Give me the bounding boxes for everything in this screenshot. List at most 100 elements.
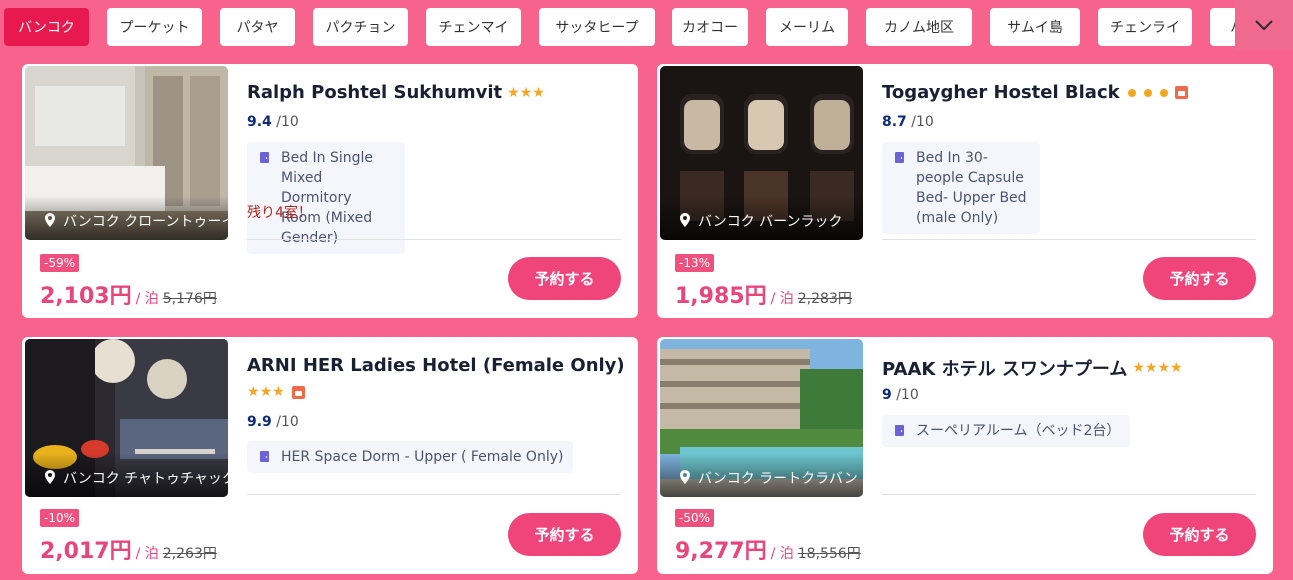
hotel-location: バンコク クローントゥーイ xyxy=(25,196,228,240)
original-price: 5,176円 xyxy=(162,291,217,307)
door-icon xyxy=(260,451,269,462)
hotel-location-label: バンコク ラートクラバン xyxy=(698,471,858,487)
room-type-label: スーペリアルーム（ベッド2台） xyxy=(916,423,1121,439)
tab-bangkok[interactable]: バンコク xyxy=(4,8,89,46)
tab-phuket[interactable]: プーケット xyxy=(107,8,202,46)
thumbs-up-icon xyxy=(1174,86,1188,99)
door-icon xyxy=(895,425,904,436)
per-night-label: / 泊 xyxy=(770,546,794,562)
per-night-label: / 泊 xyxy=(770,291,794,307)
hotel-location: バンコク バーンラック xyxy=(660,196,863,240)
rooms-left-notice: 残り4室！ xyxy=(247,205,312,221)
hotel-photo[interactable]: バンコク ラートクラバン xyxy=(660,339,863,497)
room-type-label: Bed In Single Mixed Dormitory Room (Mixe… xyxy=(281,150,374,246)
current-price: 2,017円 xyxy=(40,539,132,564)
book-button[interactable]: 予約する xyxy=(1143,257,1256,300)
book-button[interactable]: 予約する xyxy=(508,513,621,556)
book-button[interactable]: 予約する xyxy=(508,257,621,300)
room-type-label: HER Space Dorm - Upper ( Female Only) xyxy=(281,449,564,465)
current-price: 1,985円 xyxy=(675,284,767,309)
rating-dot-icon xyxy=(1143,88,1152,97)
star-icon: ★ xyxy=(1144,360,1158,376)
discount-badge: -13% xyxy=(675,254,715,272)
rating-dots xyxy=(1127,88,1168,97)
star-icon: ★ xyxy=(1157,360,1171,376)
hotel-name[interactable]: ARNI HER Ladies Hotel (Female Only) xyxy=(247,355,625,376)
hotel-name-text[interactable]: Ralph Poshtel Sukhumvit xyxy=(247,82,502,103)
hotel-location-label: バンコク クローントゥーイ xyxy=(63,214,228,230)
tab-mae-rim[interactable]: メーリム xyxy=(766,8,848,46)
review-score-max: /10 xyxy=(276,114,299,130)
tab-khanom[interactable]: カノム地区 xyxy=(866,8,972,46)
hotel-name[interactable]: Ralph Poshtel Sukhumvit ★ ★ ★ xyxy=(247,82,545,103)
per-night-label: / 泊 xyxy=(135,291,159,307)
star-icon: ★ xyxy=(247,384,260,400)
review-score: 8.7 /10 xyxy=(882,114,934,130)
hotel-card[interactable]: バンコク ラートクラバン PAAK ホテル スワンナプーム ★ ★ ★ ★ 9 … xyxy=(657,337,1273,574)
hotel-name[interactable]: PAAK ホテル スワンナプーム ★ ★ ★ ★ xyxy=(882,355,1183,381)
location-pin-icon xyxy=(680,470,690,484)
hotel-name[interactable]: Togaygher Hostel Black xyxy=(882,82,1188,103)
door-icon xyxy=(260,152,269,163)
hotel-card[interactable]: バンコク バーンラック Togaygher Hostel Black 8.7 /… xyxy=(657,64,1273,318)
star-icon: ★ xyxy=(259,384,273,400)
tab-sattahip[interactable]: サッタヒープ xyxy=(539,8,655,46)
star-icon: ★ xyxy=(1170,360,1183,376)
review-score-max: /10 xyxy=(896,387,919,403)
door-icon xyxy=(895,152,904,163)
review-score: 9 /10 xyxy=(882,387,919,403)
hotel-card[interactable]: バンコク クローントゥーイ Ralph Poshtel Sukhumvit ★ … xyxy=(22,64,638,318)
price-block: 2,103円 / 泊 5,176円 xyxy=(40,278,217,310)
star-rating: ★ ★ ★ ★ xyxy=(1132,361,1182,375)
rating-dot-icon xyxy=(1159,88,1168,97)
price-block: 9,277円 / 泊 18,556円 xyxy=(675,533,861,565)
location-pin-icon xyxy=(45,470,55,484)
tab-chiang-mai[interactable]: チェンマイ xyxy=(426,8,521,46)
hotel-name-text[interactable]: ARNI HER Ladies Hotel (Female Only) xyxy=(247,355,625,376)
star-icon: ★ xyxy=(507,84,520,101)
room-type-label: Bed In 30-people Capsule Bed- Upper Bed … xyxy=(916,150,1027,226)
original-price: 18,556円 xyxy=(797,546,861,562)
review-score-value: 9.9 xyxy=(247,414,272,430)
hotel-card[interactable]: バンコク チャトゥチャック ARNI HER Ladies Hotel (Fem… xyxy=(22,337,638,574)
tab-khao-kho[interactable]: カオコー xyxy=(672,8,748,46)
chevron-down-icon xyxy=(1255,20,1273,31)
hotel-location: バンコク ラートクラバン xyxy=(660,453,863,497)
star-icon: ★ xyxy=(272,384,285,400)
tab-pattaya[interactable]: パタヤ xyxy=(220,8,295,46)
price-block: 2,017円 / 泊 2,263円 xyxy=(40,533,217,565)
current-price: 9,277円 xyxy=(675,539,767,564)
book-button[interactable]: 予約する xyxy=(1143,513,1256,556)
review-score: 9.9 /10 xyxy=(247,414,299,430)
review-score-value: 9.4 xyxy=(247,114,272,130)
tab-samui[interactable]: サムイ島 xyxy=(990,8,1080,46)
hotel-photo[interactable]: バンコク クローントゥーイ xyxy=(25,66,228,240)
star-icon: ★ xyxy=(519,84,533,101)
discount-badge: -50% xyxy=(675,509,715,527)
tab-chiang-rai[interactable]: チェンライ xyxy=(1098,8,1192,46)
hotel-photo[interactable]: バンコク バーンラック xyxy=(660,66,863,240)
original-price: 2,283円 xyxy=(797,291,852,307)
discount-badge: -59% xyxy=(40,254,80,272)
review-score: 9.4 /10 xyxy=(247,114,299,130)
room-type: スーペリアルーム（ベッド2台） xyxy=(882,415,1131,447)
star-rating: ★ ★ ★ xyxy=(507,86,545,100)
room-type: HER Space Dorm - Upper ( Female Only) xyxy=(247,441,574,473)
tab-pak-chong[interactable]: パクチョン xyxy=(313,8,408,46)
hotel-location-label: バンコク チャトゥチャック xyxy=(63,471,228,487)
room-type: Bed In 30-people Capsule Bed- Upper Bed … xyxy=(882,142,1040,234)
star-icon: ★ xyxy=(532,84,545,101)
hotel-location-label: バンコク バーンラック xyxy=(698,214,843,230)
review-score-value: 9 xyxy=(882,387,892,403)
per-night-label: / 泊 xyxy=(135,546,159,562)
expand-tabs-button[interactable] xyxy=(1235,0,1293,50)
divider xyxy=(247,494,621,495)
star-rating: ★ ★ ★ xyxy=(247,385,305,399)
location-pin-icon xyxy=(45,213,55,227)
divider xyxy=(247,239,621,240)
divider xyxy=(882,239,1256,240)
hotel-name-text[interactable]: Togaygher Hostel Black xyxy=(882,82,1120,103)
hotel-photo[interactable]: バンコク チャトゥチャック xyxy=(25,339,228,497)
hotel-name-text[interactable]: PAAK ホテル スワンナプーム xyxy=(882,355,1127,381)
rating-dot-icon xyxy=(1127,88,1136,97)
